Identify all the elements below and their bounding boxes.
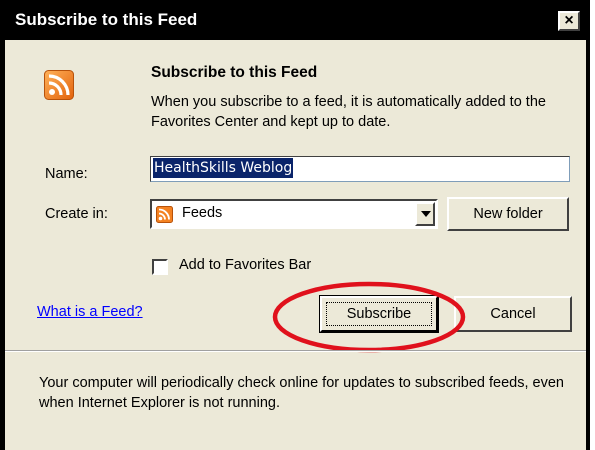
dropdown-arrow-button[interactable] (415, 202, 435, 226)
create-in-value: Feeds (182, 205, 223, 221)
new-folder-button[interactable]: New folder (447, 197, 569, 231)
add-to-favorites-bar-checkbox[interactable] (152, 259, 168, 275)
divider (5, 350, 586, 352)
subscribe-dialog: Subscribe to this Feed × Subscribe to th… (0, 0, 590, 450)
rss-feed-icon (44, 70, 74, 100)
close-icon: × (564, 12, 574, 29)
name-field[interactable]: HealthSkills Weblog (150, 156, 570, 182)
name-label: Name: (45, 166, 88, 182)
subscribe-button[interactable]: Subscribe (319, 295, 439, 333)
rss-feed-icon (156, 206, 173, 223)
footer-note: Your computer will periodically check on… (39, 375, 564, 411)
focus-rectangle (326, 302, 432, 326)
name-field-value: HealthSkills Weblog (153, 158, 294, 178)
close-button[interactable]: × (558, 11, 580, 31)
header-description: When you subscribe to a feed, it is auto… (151, 94, 546, 130)
title-bar[interactable]: Subscribe to this Feed × (5, 0, 586, 40)
add-to-favorites-bar-label[interactable]: Add to Favorites Bar (179, 257, 311, 273)
what-is-a-feed-link[interactable]: What is a Feed? (37, 304, 143, 320)
cancel-button[interactable]: Cancel (454, 296, 572, 332)
create-in-label: Create in: (45, 206, 108, 222)
header-title: Subscribe to this Feed (151, 64, 318, 81)
chevron-down-icon (421, 211, 431, 217)
create-in-dropdown[interactable]: Feeds (150, 199, 438, 229)
window-title: Subscribe to this Feed (15, 10, 198, 29)
